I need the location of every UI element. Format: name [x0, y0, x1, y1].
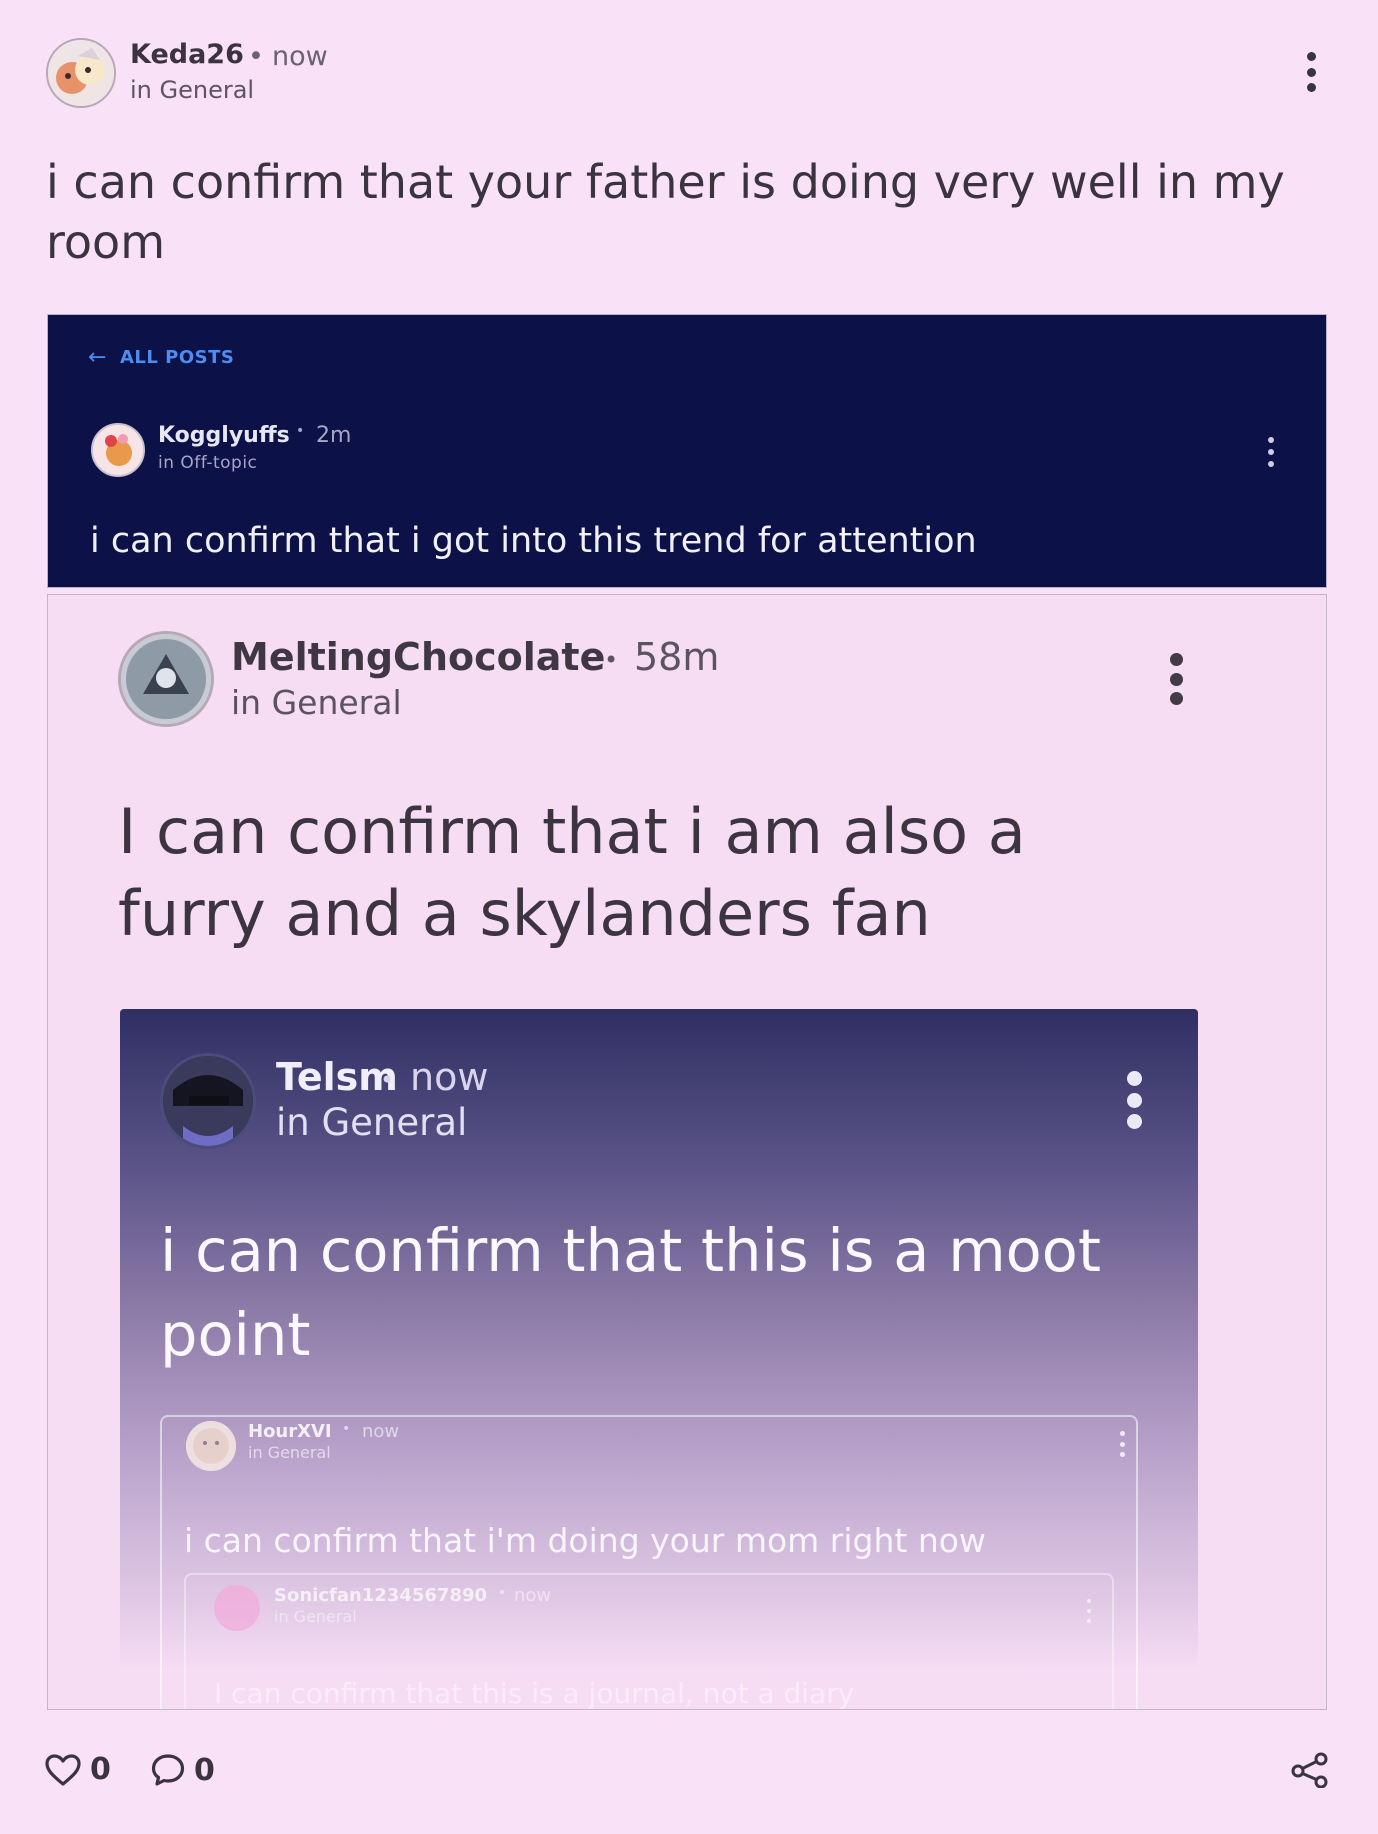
quoted-username: Kogglyuffs [158, 423, 290, 448]
post-time: now [272, 41, 328, 72]
arrow-left-icon: ← [88, 345, 107, 370]
quoted-body: i can confirm that i'm doing your mom ri… [184, 1521, 986, 1560]
quoted-avatar [214, 1585, 260, 1631]
comment-bubble-icon [151, 1754, 185, 1786]
post-channel[interactable]: in General [130, 76, 254, 104]
author-username[interactable]: Keda26 [130, 39, 244, 70]
quoted-body: I can confirm that this is a journal, no… [214, 1677, 855, 1710]
heart-icon [45, 1753, 81, 1786]
quoted-time: now [410, 1055, 489, 1099]
quoted-body: i can confirm that this is a moot point [160, 1216, 1102, 1369]
quoted-body: I can confirm that i am also a furry and… [118, 795, 1026, 950]
share-button[interactable] [1290, 1752, 1330, 1792]
more-vertical-icon [1125, 1071, 1143, 1129]
share-icon [1291, 1752, 1328, 1789]
quoted-channel: in General [274, 1607, 357, 1626]
like-count: 0 [90, 1752, 111, 1787]
embedded-screenshot-kogglyuffs: ← ALL POSTS Kogglyuffs • 2m in Off-topic… [47, 314, 1327, 588]
meta-separator: • [248, 41, 264, 72]
post-body: i can confirm that your father is doing … [46, 155, 1285, 269]
quoted-time: 2m [316, 423, 352, 448]
quoted-username: HourXVI [248, 1421, 332, 1442]
quoted-body: i can confirm that i got into this trend… [90, 521, 977, 561]
quoted-username: Sonicfan1234567890 [274, 1585, 488, 1606]
embedded-screenshot-telsm: Telsm • now in General i can confirm tha… [120, 1009, 1198, 1710]
comment-count: 0 [194, 1752, 215, 1788]
author-avatar[interactable] [46, 38, 116, 108]
quoted-avatar [91, 423, 145, 477]
more-vertical-icon [1168, 653, 1184, 705]
quoted-time: now [514, 1585, 552, 1606]
all-posts-link: ALL POSTS [120, 347, 235, 368]
more-vertical-icon[interactable] [1302, 52, 1320, 92]
meta-separator: • [296, 423, 305, 439]
comment-button[interactable]: 0 [150, 1752, 215, 1788]
quoted-channel: in Off-topic [158, 453, 258, 473]
more-vertical-icon [1118, 1431, 1126, 1457]
quoted-time: now [362, 1421, 400, 1442]
quoted-channel: in General [231, 683, 402, 722]
meta-separator: • [342, 1421, 351, 1437]
quoted-channel: in General [248, 1443, 331, 1462]
meta-separator: • [604, 646, 619, 674]
meta-separator: • [498, 1585, 507, 1601]
quoted-avatar [160, 1053, 256, 1149]
meta-separator: • [380, 1066, 395, 1094]
embedded-screenshot-hourxvi: HourXVI • now in General i can confirm t… [160, 1415, 1138, 1710]
more-vertical-icon [1086, 1599, 1092, 1623]
post-card: Keda26 • now in General i can confirm th… [0, 0, 1378, 1834]
like-button[interactable]: 0 [44, 1752, 111, 1787]
embedded-screenshot-meltingchocolate: MeltingChocolate • 58m in General I can … [47, 594, 1327, 1710]
quoted-avatar [118, 631, 214, 727]
quoted-username: MeltingChocolate [231, 635, 606, 679]
quoted-avatar [186, 1421, 236, 1471]
embedded-screenshot-sonicfan: Sonicfan1234567890 • now in General I ca… [184, 1573, 1114, 1710]
quoted-channel: in General [276, 1101, 468, 1144]
quoted-time: 58m [634, 635, 720, 679]
more-vertical-icon [1266, 437, 1276, 467]
